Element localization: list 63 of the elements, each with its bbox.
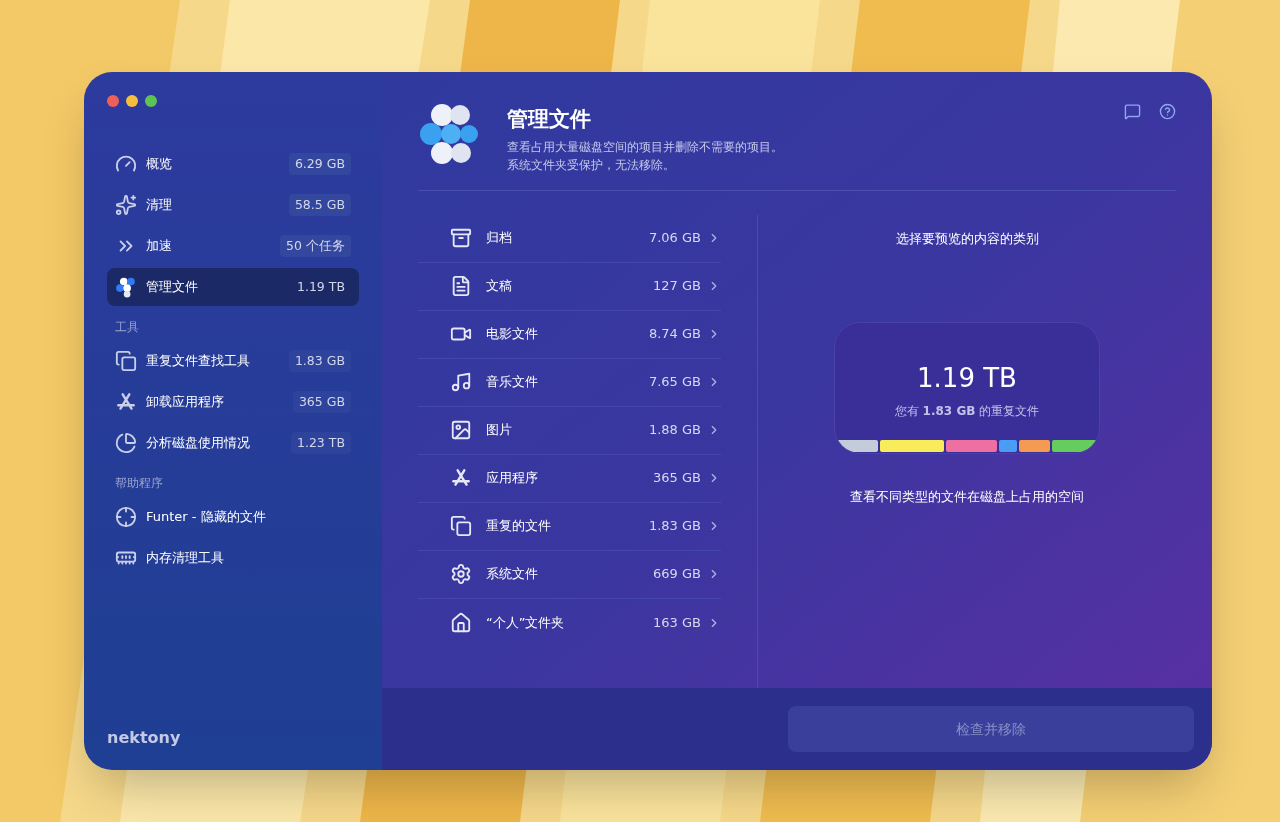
image-icon bbox=[450, 419, 472, 441]
size-label: 1.19 TB bbox=[295, 277, 346, 296]
page-title: 管理文件 bbox=[507, 106, 592, 133]
app-store-icon bbox=[450, 467, 472, 489]
minimize-button[interactable] bbox=[126, 95, 138, 107]
sidebar-item[interactable]: 分析磁盘使用情况 1.23 TB bbox=[107, 424, 359, 462]
size-text: 8.74 GB bbox=[648, 325, 701, 344]
category-row[interactable]: 归档 7.06 GB bbox=[418, 214, 721, 263]
size-badge: 1.83 GB bbox=[288, 349, 351, 373]
category-row[interactable]: 音乐文件 7.65 GB bbox=[418, 358, 721, 407]
description-text: 查看占用大量磁盘空间的项目并删除不需要的项目。 bbox=[507, 139, 784, 154]
zoom-button[interactable] bbox=[145, 95, 157, 107]
copy-icon bbox=[115, 350, 137, 372]
pie-chart-icon bbox=[115, 432, 137, 454]
sidebar-item[interactable]: 内存清理工具 bbox=[107, 539, 359, 577]
settings-icon bbox=[450, 563, 472, 585]
sidebar-item[interactable]: 管理文件 1.19 TB bbox=[107, 268, 359, 306]
category-row[interactable]: 重复的文件 1.83 GB bbox=[418, 502, 721, 551]
crosshair-icon bbox=[115, 506, 137, 528]
sidebar-item[interactable]: 加速 50 个任务 bbox=[107, 227, 359, 265]
hexagons-icon bbox=[115, 276, 137, 298]
category-row[interactable]: 图片 1.88 GB bbox=[418, 406, 721, 455]
copy-icon bbox=[450, 515, 472, 537]
size-badge: 58.5 GB bbox=[288, 193, 351, 217]
category-row[interactable]: 系统文件 669 GB bbox=[418, 550, 721, 599]
category-row[interactable]: 应用程序 365 GB bbox=[418, 454, 721, 503]
category-row[interactable]: 文稿 127 GB bbox=[418, 262, 721, 311]
caption-text: 查看不同类型的文件在磁盘上占用的空间 bbox=[850, 488, 1084, 506]
size-text: 163 GB bbox=[653, 613, 701, 632]
app-store-icon bbox=[115, 391, 137, 413]
size-text: 1.88 GB bbox=[648, 421, 701, 440]
archive-icon bbox=[450, 227, 472, 249]
help-icon[interactable] bbox=[1159, 103, 1176, 120]
feedback-icon[interactable] bbox=[1124, 103, 1141, 120]
close-button[interactable] bbox=[107, 95, 119, 107]
duplicate-note: 您有 1.83 GB 的重复文件 bbox=[894, 403, 1040, 420]
size-text: 1.83 GB bbox=[648, 517, 701, 536]
size-badge: 1.23 TB bbox=[290, 431, 351, 455]
size-text: 127 GB bbox=[653, 277, 701, 296]
section-heading: 工具 bbox=[114, 319, 140, 336]
category-row[interactable]: 电影文件 8.74 GB bbox=[418, 310, 721, 359]
sidebar-item[interactable]: 卸载应用程序 365 GB bbox=[107, 383, 359, 421]
sparkle-icon bbox=[115, 194, 137, 216]
document-icon bbox=[450, 275, 472, 297]
size-text: 7.06 GB bbox=[648, 229, 701, 248]
size-badge: 365 GB bbox=[292, 390, 351, 414]
brand-logo: nektony bbox=[107, 727, 182, 749]
section-heading: 帮助程序 bbox=[114, 475, 164, 492]
size-text: 669 GB bbox=[653, 565, 701, 584]
size-text: 7.65 GB bbox=[648, 373, 701, 392]
total-size: 1.19 TB bbox=[917, 362, 1017, 395]
sidebar-item[interactable]: 重复文件查找工具 1.83 GB bbox=[107, 342, 359, 380]
size-badge: 6.29 GB bbox=[288, 152, 351, 176]
sidebar-item[interactable]: 概览 6.29 GB bbox=[107, 145, 359, 183]
category-row[interactable]: “个人”文件夹 163 GB bbox=[418, 598, 721, 647]
sidebar-item[interactable]: 清理 58.5 GB bbox=[107, 186, 359, 224]
sidebar-item[interactable]: Funter - 隐藏的文件 bbox=[107, 498, 359, 536]
home-icon bbox=[450, 611, 472, 634]
size-text: 365 GB bbox=[653, 469, 701, 488]
prompt-text: 选择要预览的内容的类别 bbox=[895, 229, 1039, 248]
description-text: 系统文件夹受保护，无法移除。 bbox=[507, 157, 676, 172]
size-badge: 50 个任务 bbox=[280, 234, 351, 258]
music-icon bbox=[450, 371, 472, 393]
